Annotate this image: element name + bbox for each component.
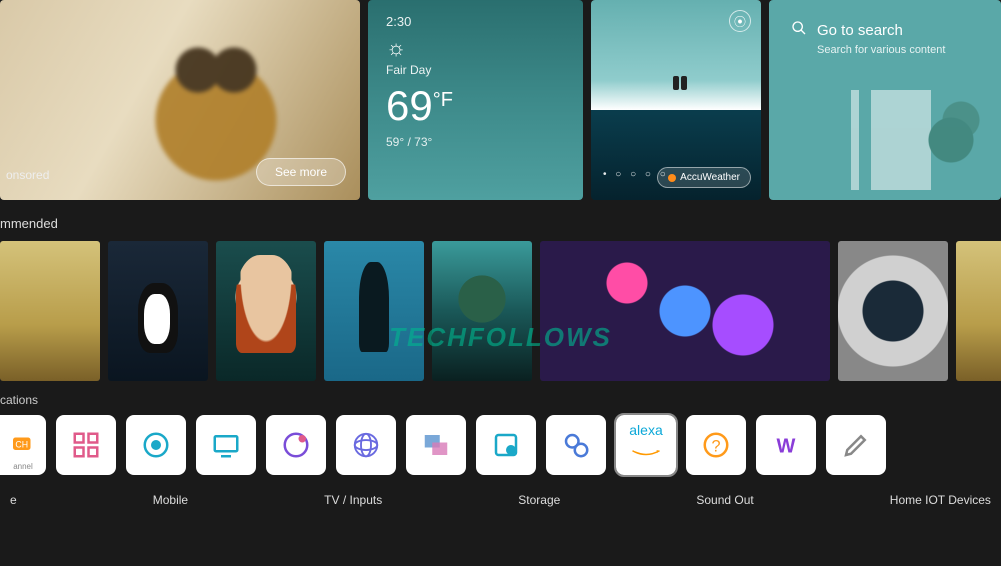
applications-label: cations (0, 393, 1001, 407)
app-notifications[interactable] (266, 415, 326, 475)
weather-hilo: 59° / 73° (386, 135, 565, 149)
menu-tv-inputs[interactable]: TV / Inputs (324, 493, 382, 507)
sponsored-card[interactable]: onsored See more (0, 0, 360, 200)
app-help[interactable]: ? (686, 415, 746, 475)
sun-icon: ☼ (386, 35, 565, 61)
apps-row: CH annel alexa ? W (0, 415, 1001, 475)
weather-temp-row: 69°F (386, 85, 565, 127)
reco-tile[interactable] (956, 241, 1001, 381)
reco-tile[interactable] (216, 241, 316, 381)
app-home-hub[interactable] (126, 415, 186, 475)
app-storage[interactable] (476, 415, 536, 475)
menu-home-iot[interactable]: Home IOT Devices (890, 493, 991, 507)
alexa-label: alexa (629, 422, 662, 438)
location-icon[interactable]: ⦿ (729, 10, 751, 32)
menu-mobile[interactable]: Mobile (153, 493, 188, 507)
weather-card[interactable]: 2:30 ☼ Fair Day 69°F 59° / 73° (368, 0, 583, 200)
reco-tile[interactable] (838, 241, 948, 381)
recommended-label: mmended (0, 216, 1001, 231)
reco-tile[interactable] (324, 241, 424, 381)
recommended-row (0, 241, 1001, 381)
svg-text:?: ? (711, 437, 720, 455)
weather-unit: °F (433, 89, 453, 111)
app-sound[interactable] (546, 415, 606, 475)
app-media[interactable] (406, 415, 466, 475)
reco-tile[interactable] (108, 241, 208, 381)
reco-tile[interactable] (0, 241, 100, 381)
search-card[interactable]: Go to search Search for various content (769, 0, 1001, 200)
menu-sound-out[interactable]: Sound Out (696, 493, 753, 507)
app-tv[interactable] (196, 415, 256, 475)
menu-home[interactable]: e (10, 493, 17, 507)
app-alexa[interactable]: alexa (616, 415, 676, 475)
weather-time: 2:30 (386, 14, 565, 29)
alexa-smile-icon (631, 438, 661, 468)
see-more-button[interactable]: See more (256, 158, 346, 186)
reco-tile[interactable] (432, 241, 532, 381)
weather-description: Fair Day (386, 63, 565, 77)
app-edit[interactable] (826, 415, 886, 475)
sponsored-label: onsored (0, 168, 55, 182)
landscape-card[interactable]: ⦿ • ○ ○ ○ ○ AccuWeather (591, 0, 761, 200)
app-w[interactable]: W (756, 415, 816, 475)
search-subtitle: Search for various content (817, 44, 979, 56)
bottom-menu: e Mobile TV / Inputs Storage Sound Out H… (0, 475, 1001, 507)
accuweather-button[interactable]: AccuWeather (657, 167, 751, 188)
app-channel[interactable]: CH annel (0, 415, 46, 475)
search-title: Go to search (817, 22, 903, 39)
svg-text:W: W (777, 436, 796, 458)
menu-storage[interactable]: Storage (518, 493, 560, 507)
svg-text:CH: CH (15, 440, 28, 450)
app-browser[interactable] (336, 415, 396, 475)
weather-temperature: 69 (386, 82, 433, 129)
app-dashboard[interactable] (56, 415, 116, 475)
search-icon (791, 20, 807, 40)
reco-tile[interactable] (540, 241, 830, 381)
